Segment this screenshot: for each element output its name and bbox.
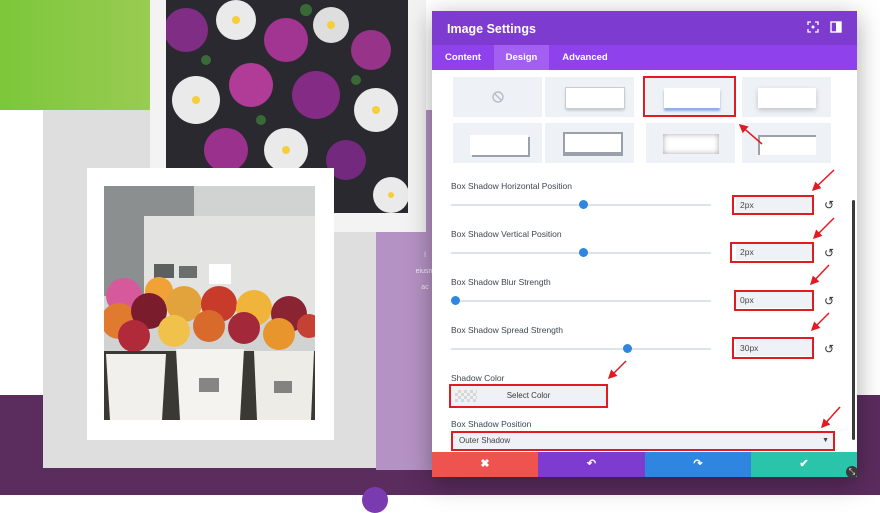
arrow-annotation xyxy=(809,264,830,286)
arrow-annotation xyxy=(738,124,763,145)
annotation-arrows xyxy=(607,124,841,429)
arrow-annotation xyxy=(812,217,835,240)
arrow-annotation xyxy=(607,360,627,380)
arrow-annotation xyxy=(811,169,835,192)
arrow-annotation xyxy=(820,406,841,429)
arrow-annotation xyxy=(810,312,830,332)
